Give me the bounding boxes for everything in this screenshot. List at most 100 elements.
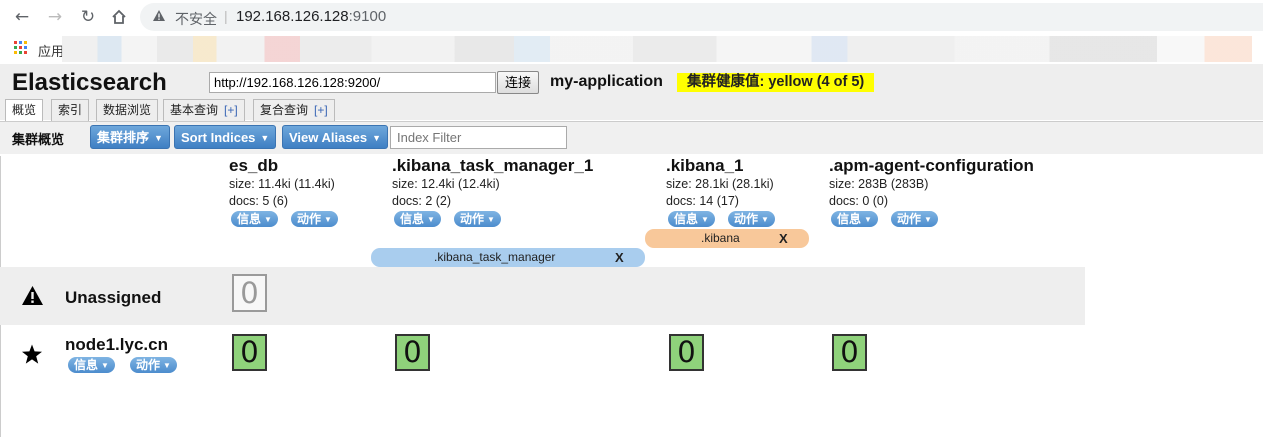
tab-plus[interactable]: [+] xyxy=(224,103,238,117)
button-label: Sort Indices xyxy=(181,130,256,145)
index-name: .kibana_1 xyxy=(666,156,744,175)
button-label: 信息 xyxy=(400,212,425,226)
index-info-button[interactable]: 信息 ▼ xyxy=(831,211,878,227)
index-size: size: 283B (283B) xyxy=(829,177,929,191)
cluster-name: my-application xyxy=(550,73,663,90)
caret-down-icon: ▼ xyxy=(924,215,932,224)
tab-overview[interactable]: 概览 xyxy=(5,99,44,122)
index-size: size: 12.4ki (12.4ki) xyxy=(392,177,500,191)
index-column: .kibana_1 size: 28.1ki (28.1ki) docs: 14… xyxy=(666,156,775,229)
view-aliases-button[interactable]: View Aliases ▼ xyxy=(282,125,388,149)
tab-plus[interactable]: [+] xyxy=(314,103,328,117)
caret-down-icon: ▼ xyxy=(260,133,270,143)
apps-label[interactable]: 应用 xyxy=(38,41,64,60)
forward-arrow-icon[interactable]: → xyxy=(45,7,65,27)
unassigned-shard[interactable]: 0 xyxy=(232,274,267,312)
index-action-button[interactable]: 动作 ▼ xyxy=(454,211,501,227)
node-info-button[interactable]: 信息 ▼ xyxy=(68,357,115,373)
alias-pill-kibana[interactable]: .kibana X xyxy=(645,229,809,248)
tab-label: 索引 xyxy=(58,103,83,117)
button-label: 信息 xyxy=(837,212,862,226)
node-action-button[interactable]: 动作 ▼ xyxy=(130,357,177,373)
index-info-button[interactable]: 信息 ▼ xyxy=(668,211,715,227)
back-arrow-icon[interactable]: ← xyxy=(12,7,32,27)
index-name: es_db xyxy=(229,156,279,175)
tab-label: 基本查询 xyxy=(170,103,219,117)
index-size: size: 11.4ki (11.4ki) xyxy=(229,177,335,191)
url-text[interactable]: 192.168.126.128:9100 xyxy=(236,8,386,25)
caret-down-icon: ▼ xyxy=(264,215,272,224)
caret-down-icon: ▼ xyxy=(864,215,872,224)
tab-compound-query[interactable]: 复合查询 [+] xyxy=(253,99,335,121)
browser-toolbar: ← → ↻ 不安全 | 192.168.126.128:9100 xyxy=(0,0,1263,34)
alias-remove-icon[interactable]: X xyxy=(779,229,788,248)
caret-down-icon: ▼ xyxy=(487,215,495,224)
index-size: size: 28.1ki (28.1ki) xyxy=(666,177,774,191)
index-docs: docs: 5 (6) xyxy=(229,194,289,208)
index-action-button[interactable]: 动作 ▼ xyxy=(291,211,338,227)
button-label: 信息 xyxy=(674,212,699,226)
cluster-health-badge: 集群健康值: yellow (4 of 5) xyxy=(677,73,875,92)
url-port: :9100 xyxy=(348,8,387,25)
sort-indices-button[interactable]: Sort Indices ▼ xyxy=(174,125,277,149)
unassigned-row xyxy=(0,267,1085,325)
tab-browser[interactable]: 数据浏览 xyxy=(96,99,159,121)
caret-down-icon: ▼ xyxy=(427,215,435,224)
warning-icon xyxy=(21,285,44,310)
caret-down-icon: ▼ xyxy=(701,215,709,224)
alias-pill-kibana-task-manager[interactable]: .kibana_task_manager X xyxy=(371,248,645,267)
button-label: 信息 xyxy=(74,358,99,372)
button-label: 动作 xyxy=(460,212,485,226)
index-action-button[interactable]: 动作 ▼ xyxy=(891,211,938,227)
button-label: 集群排序 xyxy=(97,130,150,145)
index-docs: docs: 14 (17) xyxy=(666,194,739,208)
warning-icon[interactable] xyxy=(152,9,166,26)
reload-icon[interactable]: ↻ xyxy=(78,7,98,27)
connect-button[interactable]: 连接 xyxy=(497,71,539,94)
tab-basic-query[interactable]: 基本查询 [+] xyxy=(163,99,245,121)
index-action-button[interactable]: 动作 ▼ xyxy=(728,211,775,227)
button-label: 动作 xyxy=(897,212,922,226)
caret-down-icon: ▼ xyxy=(101,361,109,370)
node-name: node1.lyc.cn xyxy=(65,335,168,354)
omnibox-divider: | xyxy=(224,8,228,24)
tab-indices[interactable]: 索引 xyxy=(51,99,90,121)
home-icon[interactable] xyxy=(109,7,129,27)
button-label: 动作 xyxy=(734,212,759,226)
app-title: Elasticsearch xyxy=(12,69,167,96)
blurred-bookmarks xyxy=(62,36,1252,62)
tab-label: 概览 xyxy=(12,103,37,117)
sort-cluster-button[interactable]: 集群排序 ▼ xyxy=(90,125,170,149)
index-docs: docs: 0 (0) xyxy=(829,194,889,208)
index-column: .kibana_task_manager_1 size: 12.4ki (12.… xyxy=(392,156,593,229)
button-label: 动作 xyxy=(297,212,322,226)
security-label[interactable]: 不安全 xyxy=(175,9,217,29)
index-name: .kibana_task_manager_1 xyxy=(392,156,594,175)
index-filter-input[interactable] xyxy=(390,126,567,149)
shard-box[interactable]: 0 xyxy=(395,334,430,371)
alias-remove-icon[interactable]: X xyxy=(615,248,624,267)
shard-box[interactable]: 0 xyxy=(832,334,867,371)
index-info-button[interactable]: 信息 ▼ xyxy=(231,211,278,227)
alias-name: .kibana_task_manager xyxy=(434,250,556,264)
overview-title: 集群概览 xyxy=(12,132,65,147)
caret-down-icon: ▼ xyxy=(372,133,381,143)
caret-down-icon: ▼ xyxy=(324,215,332,224)
index-docs: docs: 2 (2) xyxy=(392,194,452,208)
apps-grid-icon[interactable] xyxy=(14,41,27,54)
button-label: 信息 xyxy=(237,212,262,226)
index-column: .apm-agent-configuration size: 283B (283… xyxy=(829,156,1034,229)
index-info-button[interactable]: 信息 ▼ xyxy=(394,211,441,227)
shard-box[interactable]: 0 xyxy=(669,334,704,371)
url-host: 192.168.126.128 xyxy=(236,8,349,25)
unassigned-label: Unassigned xyxy=(65,288,162,307)
button-label: View Aliases xyxy=(289,130,368,145)
shard-box[interactable]: 0 xyxy=(232,334,267,371)
alias-name: .kibana xyxy=(701,231,740,245)
star-icon xyxy=(21,344,43,369)
tab-label: 数据浏览 xyxy=(103,103,152,117)
caret-down-icon: ▼ xyxy=(163,361,171,370)
caret-down-icon: ▼ xyxy=(154,133,163,143)
caret-down-icon: ▼ xyxy=(761,215,769,224)
cluster-url-input[interactable] xyxy=(209,72,496,93)
